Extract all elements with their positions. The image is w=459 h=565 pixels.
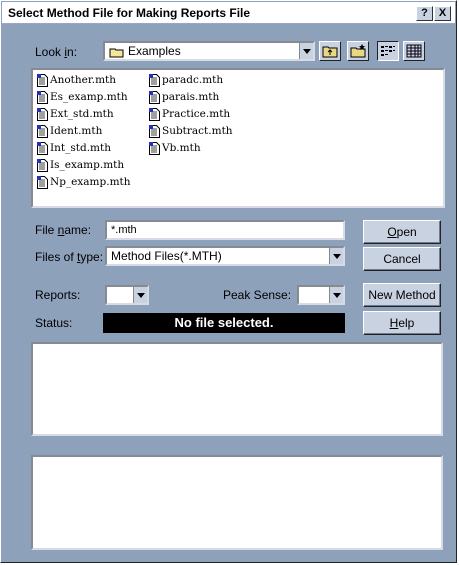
dialog-title: Select Method File for Making Reports Fi… xyxy=(8,6,251,20)
details-view-icon xyxy=(406,44,422,58)
file-item[interactable]: Another.mth xyxy=(37,73,116,87)
file-item[interactable]: Vb.mth xyxy=(149,141,201,155)
document-icon xyxy=(37,73,48,87)
look-in-label: Look in: xyxy=(35,45,78,59)
look-in-dropdown-arrow[interactable] xyxy=(299,43,313,59)
file-type-label: Files of type: xyxy=(35,250,104,264)
open-button[interactable]: Open xyxy=(363,220,441,244)
file-type-combo[interactable]: Method Files(*.MTH) xyxy=(105,246,345,266)
file-item[interactable]: Ident.mth xyxy=(37,124,102,138)
list-view-icon xyxy=(381,46,395,56)
file-item[interactable]: Subtract.mth xyxy=(149,124,233,138)
new-folder-button[interactable] xyxy=(347,41,369,61)
method-info-panel xyxy=(31,342,443,436)
close-title-button[interactable]: X xyxy=(434,6,451,21)
file-item[interactable]: Es_examp.mth xyxy=(37,90,128,104)
help-button[interactable]: Help xyxy=(363,311,441,335)
reports-combo[interactable] xyxy=(105,285,149,305)
reports-label: Reports: xyxy=(35,288,81,302)
document-icon xyxy=(37,90,48,104)
document-icon xyxy=(37,124,48,138)
peak-sense-dropdown-arrow[interactable] xyxy=(329,287,343,303)
document-icon xyxy=(37,141,48,155)
file-item[interactable]: Int_std.mth xyxy=(37,141,111,155)
report-info-panel xyxy=(31,455,443,550)
document-icon xyxy=(37,107,48,121)
up-folder-button[interactable] xyxy=(319,41,341,61)
file-item[interactable]: paradc.mth xyxy=(149,73,223,87)
folder-icon xyxy=(109,46,124,58)
details-view-button[interactable] xyxy=(403,41,425,61)
file-item[interactable]: Practice.mth xyxy=(149,107,230,121)
file-name-label: File name: xyxy=(35,223,92,237)
status-label: Status: xyxy=(35,316,73,330)
title-bar: Select Method File for Making Reports Fi… xyxy=(2,2,455,24)
file-type-value: Method Files(*.MTH) xyxy=(111,249,222,263)
cancel-button[interactable]: Cancel xyxy=(363,247,441,271)
file-name-input[interactable]: *.mth xyxy=(105,220,345,240)
document-icon xyxy=(149,141,160,155)
document-icon xyxy=(149,107,160,121)
look-in-combo[interactable]: Examples xyxy=(103,41,315,61)
document-icon xyxy=(149,124,160,138)
reports-dropdown-arrow[interactable] xyxy=(133,287,147,303)
up-folder-icon xyxy=(322,46,338,58)
file-item[interactable]: Is_examp.mth xyxy=(37,158,124,172)
new-method-button[interactable]: New Method xyxy=(363,283,441,307)
document-icon xyxy=(37,175,48,189)
file-type-dropdown-arrow[interactable] xyxy=(329,248,343,264)
file-item[interactable]: parais.mth xyxy=(149,90,219,104)
document-icon xyxy=(149,90,160,104)
help-title-button[interactable]: ? xyxy=(416,6,433,21)
dialog-window: Select Method File for Making Reports Fi… xyxy=(0,0,457,563)
peak-sense-label: Peak Sense: xyxy=(223,288,292,302)
file-item[interactable]: Ext_std.mth xyxy=(37,107,114,121)
file-list[interactable]: Another.mth Es_examp.mth Ext_std.mth Ide… xyxy=(31,68,445,208)
document-icon xyxy=(149,73,160,87)
file-item[interactable]: Np_examp.mth xyxy=(37,175,131,189)
status-display: No file selected. xyxy=(103,313,345,333)
list-view-button[interactable] xyxy=(377,41,399,61)
document-icon xyxy=(37,158,48,172)
new-folder-icon xyxy=(350,44,366,58)
look-in-value: Examples xyxy=(128,44,181,58)
peak-sense-combo[interactable] xyxy=(297,285,345,305)
